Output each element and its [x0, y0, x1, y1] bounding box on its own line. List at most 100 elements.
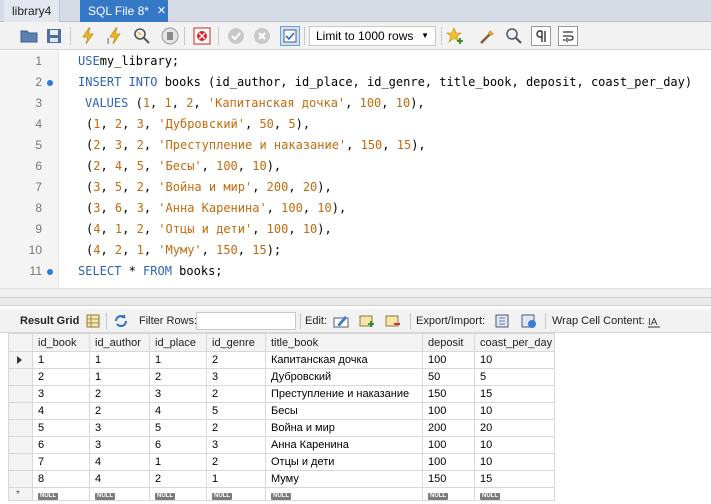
table-cell[interactable]: 4 [32, 402, 90, 420]
table-cell[interactable]: NULL [422, 487, 475, 501]
table-row[interactable]: 4 2 4 5 Бесы 100 10 [8, 402, 555, 420]
table-cell[interactable]: Отцы и дети [265, 453, 423, 471]
execute-icon[interactable] [78, 26, 98, 46]
table-cell[interactable]: 4 [89, 470, 150, 488]
stop-icon[interactable] [160, 26, 180, 46]
row-header[interactable] [8, 402, 33, 420]
table-cell[interactable]: 3 [32, 385, 90, 403]
code-line[interactable]: 10 (4, 2, 1, 'Муму', 150, 15); [0, 240, 711, 261]
column-header[interactable]: coast_per_day [474, 333, 555, 352]
table-cell[interactable]: NULL [149, 487, 207, 501]
find-icon[interactable] [504, 26, 524, 46]
invisible-chars-icon[interactable] [531, 26, 551, 46]
refresh-icon[interactable] [112, 312, 130, 330]
table-cell[interactable]: 1 [32, 351, 90, 369]
add-snippet-icon[interactable] [445, 26, 465, 46]
table-cell[interactable]: 5 [32, 419, 90, 437]
table-row[interactable]: 3 2 3 2 Преступление и наказание 150 15 [8, 385, 555, 403]
table-row[interactable]: 1 1 1 2 Капитанская дочка 100 10 [8, 351, 555, 369]
code-line[interactable]: 4 (1, 2, 3, 'Дубровский', 50, 5), [0, 114, 711, 135]
row-header[interactable]: * [8, 487, 33, 501]
table-cell[interactable]: 10 [474, 436, 555, 454]
table-cell[interactable]: 15 [474, 385, 555, 403]
code-line[interactable]: 11 SELECT * FROM books; [0, 261, 711, 282]
table-cell[interactable]: Муму [265, 470, 423, 488]
table-cell[interactable]: Дубровский [265, 368, 423, 386]
table-cell[interactable]: Бесы [265, 402, 423, 420]
code-line[interactable]: 2 INSERT INTO books (id_author, id_place,… [0, 72, 711, 93]
add-row-icon[interactable] [358, 312, 376, 330]
table-cell[interactable]: Капитанская дочка [265, 351, 423, 369]
result-grid-label[interactable]: Result Grid [20, 309, 79, 333]
tab-library4[interactable]: library4 [4, 0, 61, 22]
wrap-icon[interactable] [558, 26, 578, 46]
table-cell[interactable]: 100 [422, 453, 475, 471]
column-header[interactable]: id_book [32, 333, 90, 352]
code-line[interactable]: 1 USEmy_library; [0, 51, 711, 72]
commit-icon[interactable] [226, 26, 246, 46]
new-row[interactable]: * NULL NULL NULL NULL NULL NULL NULL [8, 487, 555, 501]
result-grid[interactable]: id_book id_author id_place id_genre titl… [0, 333, 711, 504]
table-cell[interactable]: 1 [89, 368, 150, 386]
explain-icon[interactable] [132, 26, 152, 46]
table-cell[interactable]: 100 [422, 402, 475, 420]
table-cell[interactable]: 7 [32, 453, 90, 471]
edit-row-icon[interactable] [332, 312, 350, 330]
row-header[interactable] [8, 453, 33, 471]
table-cell[interactable]: 1 [149, 453, 207, 471]
rollback-icon[interactable] [252, 26, 272, 46]
row-header[interactable] [8, 419, 33, 437]
table-cell[interactable]: Преступление и наказание [265, 385, 423, 403]
table-cell[interactable]: 100 [422, 436, 475, 454]
code-line[interactable]: 7 (3, 5, 2, 'Война и мир', 200, 20), [0, 177, 711, 198]
code-line[interactable]: 5 (2, 3, 2, 'Преступление и наказание', 1… [0, 135, 711, 156]
table-cell[interactable]: 50 [422, 368, 475, 386]
table-cell[interactable]: 2 [149, 368, 207, 386]
table-cell[interactable]: 10 [474, 453, 555, 471]
row-header[interactable] [8, 470, 33, 488]
table-cell[interactable]: 5 [149, 419, 207, 437]
export-icon[interactable] [494, 312, 512, 330]
table-cell[interactable]: 15 [474, 470, 555, 488]
column-header[interactable]: id_place [149, 333, 207, 352]
row-header[interactable] [8, 351, 33, 369]
table-cell[interactable]: 1 [149, 351, 207, 369]
table-row[interactable]: 2 1 2 3 Дубровский 50 5 [8, 368, 555, 386]
table-cell[interactable]: 2 [206, 385, 266, 403]
table-cell[interactable]: 100 [422, 351, 475, 369]
table-row[interactable]: 5 3 5 2 Война и мир 200 20 [8, 419, 555, 437]
table-cell[interactable]: 3 [89, 436, 150, 454]
tab-sql-file-8[interactable]: SQL File 8* ✕ [80, 0, 168, 22]
code-line[interactable]: 8 (3, 6, 3, 'Анна Каренина', 100, 10), [0, 198, 711, 219]
table-cell[interactable]: NULL [32, 487, 90, 501]
table-cell[interactable]: 20 [474, 419, 555, 437]
table-cell[interactable]: 2 [32, 368, 90, 386]
column-header[interactable]: id_author [89, 333, 150, 352]
open-folder-icon[interactable] [19, 26, 39, 46]
table-cell[interactable]: 2 [206, 453, 266, 471]
table-cell[interactable]: 4 [149, 402, 207, 420]
table-cell[interactable]: 1 [206, 470, 266, 488]
editor-horizontal-scrollbar[interactable] [0, 288, 711, 297]
editor-results-splitter[interactable] [0, 297, 711, 306]
toggle-error-icon[interactable] [192, 26, 212, 46]
table-cell[interactable]: 3 [149, 385, 207, 403]
table-cell[interactable]: 2 [149, 470, 207, 488]
table-cell[interactable]: Анна Каренина [265, 436, 423, 454]
row-header[interactable] [8, 436, 33, 454]
table-cell[interactable]: 8 [32, 470, 90, 488]
save-icon[interactable] [44, 26, 64, 46]
table-row[interactable]: 7 4 1 2 Отцы и дети 100 10 [8, 453, 555, 471]
table-row[interactable]: 8 4 2 1 Муму 150 15 [8, 470, 555, 488]
code-line[interactable]: 6 (2, 4, 5, 'Бесы', 100, 10), [0, 156, 711, 177]
code-line[interactable]: 3 VALUES (1, 1, 2, 'Капитанская дочка', 1… [0, 93, 711, 114]
column-header[interactable]: id_genre [206, 333, 266, 352]
close-tab-icon[interactable]: ✕ [157, 5, 166, 17]
limit-rows-select[interactable]: Limit to 1000 rows ▼ [309, 26, 436, 46]
table-cell[interactable]: 150 [422, 470, 475, 488]
table-cell[interactable]: NULL [89, 487, 150, 501]
wrap-cell-icon[interactable]: IA [645, 312, 663, 330]
table-cell[interactable]: 10 [474, 402, 555, 420]
table-cell[interactable]: 2 [206, 419, 266, 437]
column-header[interactable]: deposit [422, 333, 475, 352]
